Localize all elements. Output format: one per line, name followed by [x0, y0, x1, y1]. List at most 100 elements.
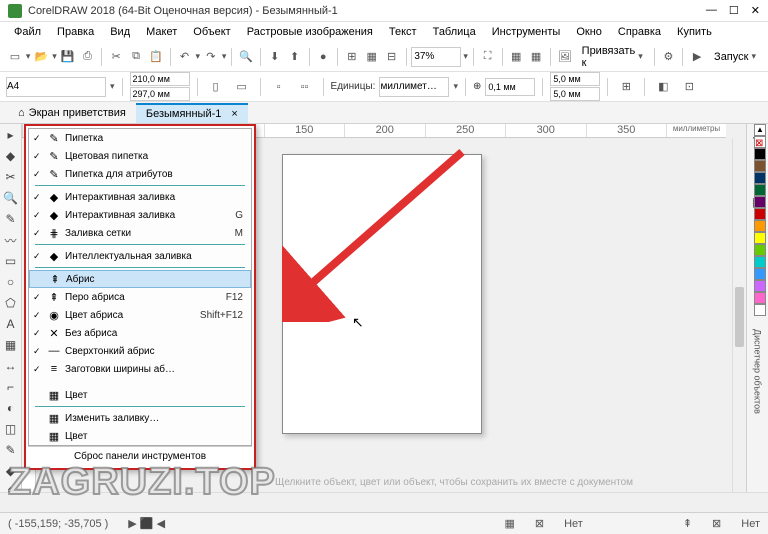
docker-tab-mgr[interactable]: Диспетчер объектов [751, 323, 765, 420]
polygon-tool-icon[interactable]: ⬠ [2, 294, 20, 312]
ctx-item[interactable]: ▦Цвет [29, 386, 251, 404]
reset-toolbar-button[interactable]: Сброс панели инструментов [28, 446, 252, 466]
fill-tool-icon[interactable]: ◆ [2, 462, 20, 480]
pick-tool-icon[interactable]: ▸ [2, 126, 20, 144]
menu-layout[interactable]: Макет [140, 24, 183, 40]
page-height-input[interactable] [130, 87, 190, 101]
ruler-icon[interactable]: ⊞ [343, 46, 361, 68]
swatch[interactable] [754, 220, 766, 232]
menu-table[interactable]: Таблица [427, 24, 482, 40]
swatch[interactable] [754, 196, 766, 208]
zoom-select[interactable] [411, 47, 461, 67]
pages2-icon[interactable]: ▫▫ [294, 76, 316, 98]
table-tool-icon[interactable]: ▦ [2, 336, 20, 354]
open-icon[interactable]: 📂 [32, 46, 50, 68]
close-tab-icon[interactable]: × [231, 108, 237, 120]
new-icon[interactable]: ▭ [6, 46, 24, 68]
nudge-input[interactable] [485, 78, 535, 96]
undo-icon[interactable]: ↶ [176, 46, 194, 68]
menu-bitmap[interactable]: Растровые изображения [241, 24, 379, 40]
swatch[interactable] [754, 208, 766, 220]
landscape-icon[interactable]: ▭ [231, 76, 253, 98]
ctx-item[interactable]: ✓◆Интеллектуальная заливка [29, 247, 251, 265]
shape-tool-icon[interactable]: ◆ [2, 147, 20, 165]
redo-icon[interactable]: ↷ [202, 46, 220, 68]
fullscreen-icon[interactable]: ⛶ [479, 46, 497, 68]
swatch[interactable] [754, 304, 766, 316]
copy-icon[interactable]: ⧉ [127, 46, 145, 68]
text-tool-icon[interactable]: A [2, 315, 20, 333]
ctx-item[interactable]: ✓◆Интерактивная заливка [29, 188, 251, 206]
ctx-item[interactable]: ✓—Сверхтонкий абрис [29, 342, 251, 360]
menu-text[interactable]: Текст [383, 24, 423, 40]
ctx-item[interactable]: ▦Изменить заливку… [29, 409, 251, 427]
launch-button[interactable]: Запуск ▾ [708, 46, 762, 68]
swatch[interactable] [754, 292, 766, 304]
ctx-item[interactable]: ✓✕Без абриса [29, 324, 251, 342]
ctx-item[interactable]: ✓⋕Заливка сеткиM [29, 224, 251, 242]
fill-swatch-icon[interactable]: ▦ [504, 517, 514, 530]
print-icon[interactable]: ⎙ [79, 46, 97, 68]
menu-edit[interactable]: Правка [51, 24, 100, 40]
export-icon[interactable]: ⬆ [286, 46, 304, 68]
dup-x-input[interactable] [550, 72, 600, 86]
artistic-tool-icon[interactable]: 〰 [2, 231, 20, 249]
eyedropper-tool-icon[interactable]: ✎ [2, 441, 20, 459]
snap-button[interactable]: Привязать к ▾ [576, 46, 649, 68]
units-select[interactable] [379, 77, 449, 97]
effects-tool-icon[interactable]: ◐ [2, 399, 20, 417]
swatch[interactable] [754, 256, 766, 268]
ctx-item[interactable]: ✓✎Пипетка для атрибутов [29, 165, 251, 183]
pict-icon[interactable]: 🖼 [556, 46, 574, 68]
menu-file[interactable]: Файл [8, 24, 47, 40]
swatch[interactable] [754, 268, 766, 280]
grid3-icon[interactable]: ▦ [527, 46, 545, 68]
swatch[interactable] [754, 172, 766, 184]
scrollbar-vertical[interactable] [732, 138, 746, 510]
save-icon[interactable]: 💾 [59, 46, 77, 68]
paste-icon[interactable]: 📋 [147, 46, 165, 68]
launch-icon[interactable]: ▶ [688, 46, 706, 68]
menu-buy[interactable]: Купить [671, 24, 718, 40]
menu-object[interactable]: Объект [187, 24, 236, 40]
ctx-item[interactable]: ✓✎Цветовая пипетка [29, 147, 251, 165]
grid-icon[interactable]: ▦ [363, 46, 381, 68]
cut-icon[interactable]: ✂ [107, 46, 125, 68]
page-width-input[interactable] [130, 72, 190, 86]
ctx-item[interactable]: ✓✎Пипетка [29, 129, 251, 147]
ctx-item[interactable]: ✓◆Интерактивная заливкаG [29, 206, 251, 224]
canvas[interactable]: 050100150200250300350 миллиметры ↖ ✓✎Пип… [22, 124, 746, 524]
portrait-icon[interactable]: ▯ [205, 76, 227, 98]
dimension-tool-icon[interactable]: ↔ [2, 357, 20, 375]
tab-document[interactable]: Безымянный-1 × [136, 103, 248, 123]
menu-window[interactable]: Окно [570, 24, 608, 40]
search-icon[interactable]: 🔍 [237, 46, 255, 68]
convert-icon[interactable]: ◧ [652, 76, 674, 98]
ctx-item[interactable]: ⇞Абрис [29, 270, 251, 288]
swatch[interactable] [754, 280, 766, 292]
rectangle-tool-icon[interactable]: ▭ [2, 252, 20, 270]
close-button[interactable]: ✕ [751, 4, 760, 17]
page[interactable] [282, 154, 482, 434]
guides-icon[interactable]: ⊟ [383, 46, 401, 68]
swatch[interactable] [754, 184, 766, 196]
ctx-item[interactable]: ▦Цвет [29, 427, 251, 445]
ctx-item[interactable]: ✓≡Заготовки ширины аб… [29, 360, 251, 378]
minimize-button[interactable]: — [706, 4, 717, 17]
maximize-button[interactable]: ☐ [729, 4, 739, 17]
publish-icon[interactable]: ● [314, 46, 332, 68]
connector-tool-icon[interactable]: ⌐ [2, 378, 20, 396]
options-icon[interactable]: ⊡ [678, 76, 700, 98]
page-size-select[interactable] [6, 77, 106, 97]
swatch[interactable] [754, 232, 766, 244]
import-icon[interactable]: ⬇ [266, 46, 284, 68]
swatch[interactable] [754, 160, 766, 172]
align-icon[interactable]: ⊞ [615, 76, 637, 98]
ctx-item[interactable]: ✓◉Цвет абрисаShift+F12 [29, 306, 251, 324]
freehand-tool-icon[interactable]: ✎ [2, 210, 20, 228]
page-nav-icon[interactable]: ▶ ⬛ ◀ [128, 517, 165, 530]
transparency-tool-icon[interactable]: ◫ [2, 420, 20, 438]
outline-pen-icon[interactable]: ⇞ [683, 517, 692, 530]
gear-icon[interactable]: ⚙ [660, 46, 678, 68]
crop-tool-icon[interactable]: ✂ [2, 168, 20, 186]
